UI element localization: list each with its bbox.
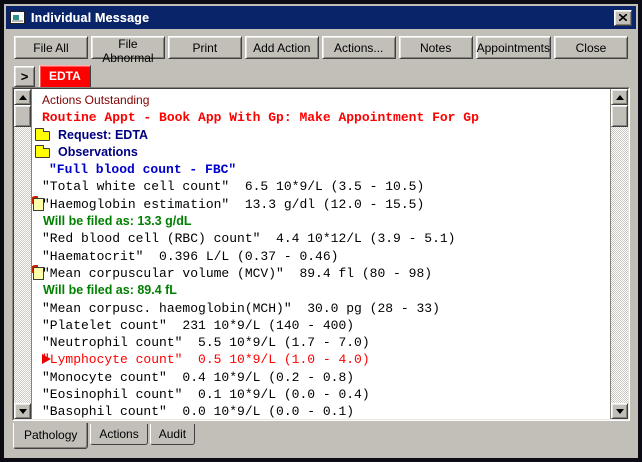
report-line[interactable]: "Lymphocyte count" 0.5 10*9/L (1.0 - 4.0… (32, 351, 610, 368)
report-line-text: "Haemoglobin estimation" 13.3 g/dl (12.0… (42, 196, 424, 213)
tab-audit[interactable]: Audit (150, 424, 195, 445)
report-line-text: "Basophil count" 0.0 10*9/L (0.0 - 0.1) (42, 403, 354, 419)
add-action-button[interactable]: Add Action (245, 36, 319, 59)
report-line-text: Actions Outstanding (42, 92, 149, 109)
report-line-text: "Full blood count - FBC" (49, 161, 236, 178)
close-icon (619, 14, 627, 21)
report-line-text: "Eosinophil count" 0.1 10*9/L (0.0 - 0.4… (42, 386, 370, 403)
message-content-inner: Actions OutstandingRoutine Appt - Book A… (13, 88, 629, 420)
report-line[interactable]: Request: EDTA (32, 127, 610, 144)
report-line[interactable]: "Haematocrit" 0.396 L/L (0.37 - 0.46) (32, 248, 610, 265)
report-line[interactable]: "Haemoglobin estimation" 13.3 g/dl (12.0… (32, 196, 610, 213)
file-all-button[interactable]: File All (14, 36, 88, 59)
bottom-tabs: PathologyActionsAudit (13, 423, 197, 449)
arrow-up-icon (19, 95, 27, 100)
chevron-right-icon: > (21, 69, 29, 84)
report-line-text: "Monocyte count" 0.4 10*9/L (0.2 - 0.8) (42, 369, 354, 386)
report-line[interactable]: Observations (32, 144, 610, 161)
message-content-frame: Actions OutstandingRoutine Appt - Book A… (12, 87, 630, 421)
left-scrollbar-track[interactable] (14, 127, 31, 403)
report-line-text: Observations (58, 144, 138, 161)
tab-expander-button[interactable]: > (14, 66, 35, 87)
arrow-up-icon (616, 95, 624, 100)
note-icon (33, 267, 44, 280)
file-abnormal-button[interactable]: File Abnormal (91, 36, 165, 59)
notes-button[interactable]: Notes (399, 36, 473, 59)
report-line[interactable]: "Mean corpuscular volume (MCV)" 89.4 fl … (32, 265, 610, 282)
left-scrollbar-thumb[interactable] (14, 105, 31, 127)
window-title: Individual Message (31, 11, 614, 25)
titlebar: Individual Message (6, 6, 636, 29)
arrow-down-icon (616, 409, 624, 414)
report-line-text: "Lymphocyte count" 0.5 10*9/L (1.0 - 4.0… (42, 351, 370, 368)
arrow-down-icon (19, 409, 27, 414)
appointments-button[interactable]: Appointments (476, 36, 551, 59)
report-line[interactable]: "Platelet count" 231 10*9/L (140 - 400) (32, 317, 610, 334)
window-close-button[interactable] (614, 10, 632, 26)
right-scrollbar-down-button[interactable] (611, 403, 628, 419)
report-line[interactable]: "Monocyte count" 0.4 10*9/L (0.2 - 0.8) (32, 369, 610, 386)
note-icon (33, 198, 44, 211)
tab-pathology[interactable]: Pathology (13, 423, 88, 449)
report-line[interactable]: Will be filed as: 13.3 g/dL (32, 213, 610, 230)
app-icon (10, 11, 25, 24)
report-line-text: "Haematocrit" 0.396 L/L (0.37 - 0.46) (42, 248, 338, 265)
toolbar: File AllFile AbnormalPrintAdd ActionActi… (14, 36, 628, 59)
report-line-text: Will be filed as: 89.4 fL (43, 282, 177, 299)
folder-icon (35, 148, 50, 158)
tab-actions[interactable]: Actions (90, 424, 147, 445)
right-scrollbar-thumb[interactable] (611, 105, 628, 127)
print-button[interactable]: Print (168, 36, 242, 59)
individual-message-window: Individual Message File AllFile Abnormal… (0, 0, 642, 462)
report-line-text: "Mean corpuscular volume (MCV)" 89.4 fl … (42, 265, 432, 282)
report-line[interactable]: "Full blood count - FBC" (32, 161, 610, 178)
right-scrollbar-track[interactable] (611, 127, 628, 403)
report-line[interactable]: "Neutrophil count" 5.5 10*9/L (1.7 - 7.0… (32, 334, 610, 351)
report: Actions OutstandingRoutine Appt - Book A… (31, 89, 611, 419)
report-line[interactable]: "Red blood cell (RBC) count" 4.4 10*12/L… (32, 230, 610, 247)
report-line[interactable]: "Basophil count" 0.0 10*9/L (0.0 - 0.1) (32, 403, 610, 419)
report-line-text: Request: EDTA (58, 127, 148, 144)
actions-button[interactable]: Actions... (322, 36, 396, 59)
report-line-text: "Mean corpusc. haemoglobin(MCH)" 30.0 pg… (42, 300, 440, 317)
report-line[interactable]: "Total white cell count" 6.5 10*9/L (3.5… (32, 178, 610, 195)
report-line-text: "Red blood cell (RBC) count" 4.4 10*12/L… (42, 230, 455, 247)
message-tabstrip: > EDTA (14, 64, 91, 87)
folder-icon (35, 131, 50, 141)
report-line[interactable]: Actions Outstanding (32, 92, 610, 109)
close-button[interactable]: Close (554, 36, 628, 59)
report-line[interactable]: Will be filed as: 89.4 fL (32, 282, 610, 299)
report-line[interactable]: "Eosinophil count" 0.1 10*9/L (0.0 - 0.4… (32, 386, 610, 403)
report-line-text: "Neutrophil count" 5.5 10*9/L (1.7 - 7.0… (42, 334, 370, 351)
right-scrollbar (611, 89, 628, 419)
left-scrollbar (14, 89, 31, 419)
report-line-text: Will be filed as: 13.3 g/dL (43, 213, 192, 230)
abnormal-arrow-icon (42, 354, 51, 364)
report-line-text: "Total white cell count" 6.5 10*9/L (3.5… (42, 178, 424, 195)
report-line[interactable]: Routine Appt - Book App With Gp: Make Ap… (32, 109, 610, 126)
tab-edta[interactable]: EDTA (39, 65, 91, 87)
right-scrollbar-up-button[interactable] (611, 89, 628, 105)
report-line[interactable]: "Mean corpusc. haemoglobin(MCH)" 30.0 pg… (32, 300, 610, 317)
report-line-text: Routine Appt - Book App With Gp: Make Ap… (42, 109, 479, 126)
report-line-text: "Platelet count" 231 10*9/L (140 - 400) (42, 317, 354, 334)
left-scrollbar-up-button[interactable] (14, 89, 31, 105)
left-scrollbar-down-button[interactable] (14, 403, 31, 419)
